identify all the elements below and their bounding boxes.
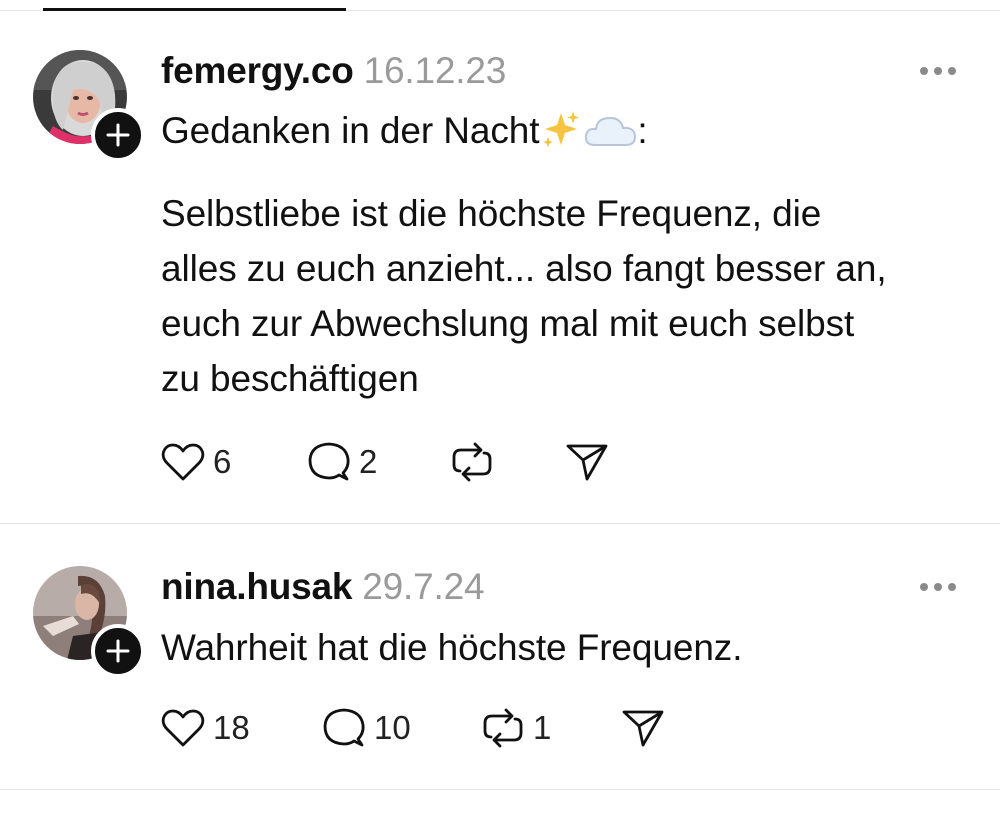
sparkles-emoji xyxy=(539,109,583,164)
follow-plus-button[interactable] xyxy=(91,108,145,162)
post-header: nina.husak 29.7.24 xyxy=(161,566,485,608)
post-header: femergy.co 16.12.23 xyxy=(161,50,506,92)
username[interactable]: femergy.co xyxy=(161,50,354,91)
more-icon[interactable] xyxy=(918,64,958,76)
post-date: 29.7.24 xyxy=(362,566,485,607)
like-count: 6 xyxy=(213,443,232,480)
post-date: 16.12.23 xyxy=(363,50,507,91)
share-button[interactable] xyxy=(621,706,665,750)
cloud-emoji xyxy=(583,109,637,164)
active-tab-indicator xyxy=(43,8,346,11)
post-divider xyxy=(0,523,1000,524)
post-body-line: euch zur Abwechslung mal mit euch selbst xyxy=(161,303,855,344)
reply-button[interactable]: 10 xyxy=(322,706,411,750)
more-icon[interactable] xyxy=(918,580,958,592)
post-title-suffix: : xyxy=(637,110,648,151)
post-title-line: Gedanken in der Nacht : xyxy=(161,103,648,164)
repost-count: 1 xyxy=(533,709,552,746)
username[interactable]: nina.husak xyxy=(161,566,352,607)
post-body-line: alles zu euch anzieht... also fangt bess… xyxy=(161,248,887,289)
like-count: 18 xyxy=(213,709,250,746)
avatar[interactable] xyxy=(33,566,145,678)
comment-icon xyxy=(308,442,350,481)
avatar[interactable] xyxy=(33,50,145,162)
post-body-line: zu beschäftigen xyxy=(161,358,419,399)
post-title: Gedanken in der Nacht xyxy=(161,110,540,151)
comment-icon xyxy=(323,708,365,747)
repost-button[interactable]: 1 xyxy=(481,706,551,750)
send-icon xyxy=(566,444,608,481)
post-divider xyxy=(0,789,1000,790)
reply-count: 2 xyxy=(359,443,378,480)
threads-feed: femergy.co 16.12.23 Gedanken in der Nacht… xyxy=(0,0,1000,818)
post-body-line: Selbstliebe ist die höchste Frequenz, di… xyxy=(161,193,822,234)
follow-plus-button[interactable] xyxy=(91,624,145,678)
post-body-line: Wahrheit hat die höchste Frequenz. xyxy=(161,627,743,668)
reply-count: 10 xyxy=(374,709,411,746)
heart-icon xyxy=(161,709,205,747)
plus-icon xyxy=(106,639,130,663)
repost-icon xyxy=(452,442,492,482)
share-button[interactable] xyxy=(565,440,609,484)
plus-icon xyxy=(106,123,130,147)
reply-button[interactable]: 2 xyxy=(307,440,377,484)
repost-icon xyxy=(483,708,523,748)
like-button[interactable]: 6 xyxy=(161,440,231,484)
like-button[interactable]: 18 xyxy=(161,706,250,750)
repost-button[interactable] xyxy=(450,440,502,484)
heart-icon xyxy=(161,443,205,481)
send-icon xyxy=(622,710,664,747)
